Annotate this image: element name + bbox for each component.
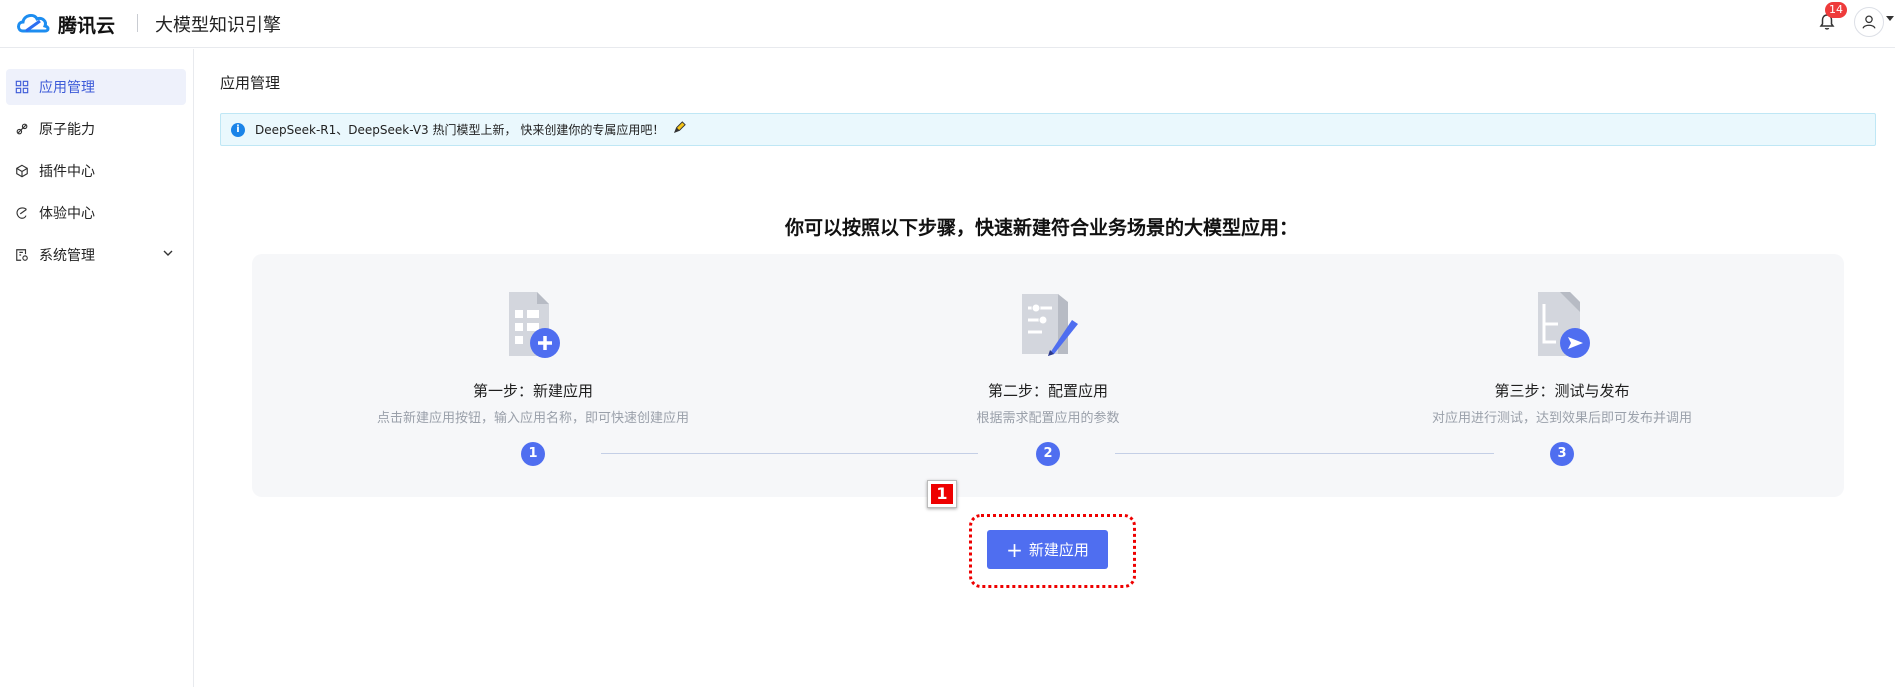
new-app-document-icon — [501, 290, 565, 360]
step-connector — [601, 453, 978, 454]
atom-icon — [14, 121, 30, 137]
product-name: 大模型知识引擎 — [155, 15, 281, 36]
user-menu-caret-icon[interactable] — [1886, 16, 1894, 21]
step-description: 点击新建应用按钮，输入应用名称，即可快速创建应用 — [376, 411, 689, 426]
sidebar-item-atomic-capability[interactable]: 原子能力 — [6, 111, 186, 147]
create-app-button[interactable]: + 新建应用 — [987, 530, 1108, 569]
step-title: 第三步：测试与发布 — [1494, 382, 1630, 400]
annotation-label: 1 — [931, 484, 953, 504]
grid-icon — [14, 79, 30, 95]
sidebar-item-app-management[interactable]: 应用管理 — [6, 69, 186, 105]
plus-icon: + — [1006, 537, 1023, 562]
tencent-cloud-logo[interactable]: 腾讯云 — [14, 9, 115, 39]
step-number: 3 — [1550, 442, 1574, 466]
sidebar: 应用管理 原子能力 插件中心 体验中心 系统管理 — [0, 49, 194, 687]
sidebar-item-label: 系统管理 — [39, 248, 95, 264]
cloud-logo-icon — [17, 13, 50, 33]
settings-doc-icon — [14, 247, 30, 263]
steps-panel: 第一步：新建应用 点击新建应用按钮，输入应用名称，即可快速创建应用 1 第二步：… — [252, 254, 1844, 497]
step-description: 根据需求配置应用的参数 — [976, 411, 1120, 426]
step-description: 对应用进行测试，达到效果后即可发布并调用 — [1431, 411, 1692, 426]
header-divider — [137, 14, 138, 32]
configure-app-document-icon — [1016, 290, 1080, 360]
create-app-button-label: 新建应用 — [1028, 541, 1089, 559]
logo-text: 腾讯云 — [58, 14, 116, 37]
chevron-down-icon[interactable] — [162, 247, 174, 263]
user-avatar[interactable] — [1854, 7, 1884, 37]
step-title: 第二步：配置应用 — [987, 382, 1108, 400]
pen-icon — [672, 120, 687, 139]
sidebar-item-label: 插件中心 — [39, 164, 95, 180]
info-icon: i — [231, 122, 245, 137]
step-number: 1 — [521, 442, 545, 466]
sidebar-item-system-management[interactable]: 系统管理 — [6, 237, 186, 273]
announcement-banner: i DeepSeek-R1、DeepSeek-V3 热门模型上新， 快来创建你的… — [220, 113, 1876, 146]
top-header: 腾讯云 大模型知识引擎 14 — [0, 0, 1895, 48]
sidebar-item-label: 原子能力 — [39, 122, 95, 138]
user-icon — [1862, 15, 1876, 29]
cube-icon — [14, 163, 30, 179]
step-connector — [1115, 453, 1494, 454]
guide-heading: 你可以按照以下步骤，快速新建符合业务场景的大模型应用： — [784, 217, 1298, 239]
page-title: 应用管理 — [220, 74, 281, 92]
step-number: 2 — [1036, 442, 1060, 466]
publish-app-document-icon — [1530, 290, 1594, 360]
announcement-text: DeepSeek-R1、DeepSeek-V3 热门模型上新， 快来创建你的专属… — [255, 123, 665, 137]
annotation-marker: 1 — [927, 480, 957, 508]
notification-badge: 14 — [1825, 2, 1847, 18]
sidebar-item-label: 应用管理 — [39, 80, 95, 96]
step-title: 第一步：新建应用 — [472, 382, 593, 400]
sidebar-item-plugin-center[interactable]: 插件中心 — [6, 153, 186, 189]
